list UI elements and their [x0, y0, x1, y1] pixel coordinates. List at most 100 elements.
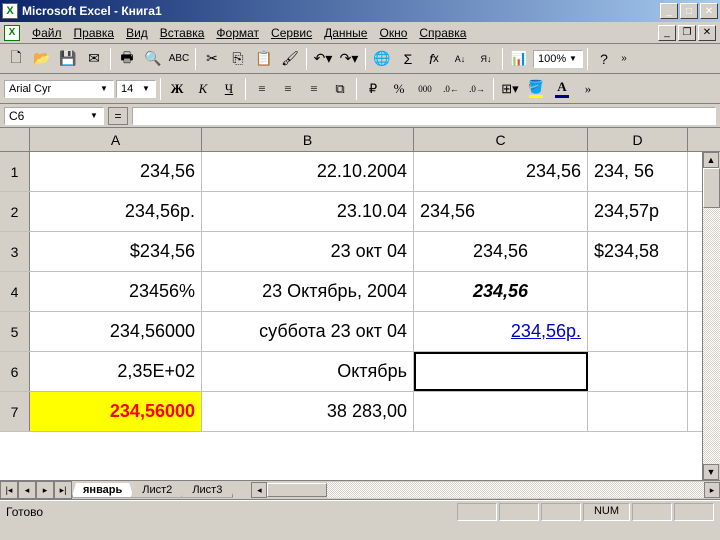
row-header[interactable]: 7 [0, 392, 30, 431]
cell-a2[interactable]: 234,56р. [30, 192, 202, 231]
cell-b2[interactable]: 23.10.04 [202, 192, 414, 231]
mdi-close-button[interactable]: ✕ [698, 25, 716, 41]
row-header[interactable]: 3 [0, 232, 30, 271]
row-header[interactable]: 2 [0, 192, 30, 231]
formula-input[interactable] [132, 107, 716, 125]
formula-equals-button[interactable]: = [108, 107, 128, 125]
paste-button[interactable]: 📋 [252, 47, 276, 71]
hscroll-track[interactable] [327, 482, 704, 498]
horizontal-scrollbar[interactable]: ◂ ▸ [251, 482, 720, 498]
row-header[interactable]: 6 [0, 352, 30, 391]
decrease-decimal-button[interactable]: .0→ [465, 77, 489, 101]
sheet-tab-2[interactable]: Лист2 [131, 483, 183, 498]
cell-a4[interactable]: 23456% [30, 272, 202, 311]
percent-button[interactable]: % [387, 77, 411, 101]
toolbar-more-button[interactable]: » [618, 47, 630, 71]
tab-first-button[interactable]: |◂ [0, 481, 18, 499]
cell-c2[interactable]: 234,56 [414, 192, 588, 231]
cell-c1[interactable]: 234,56 [414, 152, 588, 191]
minimize-button[interactable]: _ [660, 3, 678, 19]
cell-a6[interactable]: 2,35E+02 [30, 352, 202, 391]
menu-view[interactable]: Вид [120, 24, 154, 42]
save-button[interactable]: 💾 [56, 47, 80, 71]
menu-insert[interactable]: Вставка [154, 24, 211, 42]
menu-help[interactable]: Справка [413, 24, 472, 42]
menu-tools[interactable]: Сервис [265, 24, 318, 42]
font-size-combo[interactable]: 14▼ [116, 80, 156, 98]
font-combo[interactable]: Arial Cyr▼ [4, 80, 114, 98]
increase-decimal-button[interactable]: .0← [439, 77, 463, 101]
new-button[interactable]: 🗋 [4, 47, 28, 71]
align-center-button[interactable]: ≡ [276, 77, 300, 101]
align-right-button[interactable]: ≡ [302, 77, 326, 101]
column-header-a[interactable]: A [30, 128, 202, 151]
column-header-d[interactable]: D [588, 128, 688, 151]
menu-format[interactable]: Формат [210, 24, 265, 42]
sort-desc-button[interactable]: Я↓ [474, 47, 498, 71]
comma-button[interactable]: 000 [413, 77, 437, 101]
menu-file[interactable]: Файл [26, 24, 68, 42]
preview-button[interactable]: 🔍 [141, 47, 165, 71]
cell-b5[interactable]: суббота 23 окт 04 [202, 312, 414, 351]
help-button[interactable]: ? [592, 47, 616, 71]
row-header[interactable]: 4 [0, 272, 30, 311]
scroll-track[interactable] [703, 208, 720, 464]
borders-button[interactable]: ⊞▾ [498, 77, 522, 101]
scroll-down-button[interactable]: ▼ [703, 464, 719, 480]
row-header[interactable]: 1 [0, 152, 30, 191]
vertical-scrollbar[interactable]: ▲ ▼ [702, 152, 720, 480]
cell-b4[interactable]: 23 Октябрь, 2004 [202, 272, 414, 311]
fill-color-button[interactable]: 🪣 [524, 77, 548, 101]
cell-d7[interactable] [588, 392, 688, 431]
tab-prev-button[interactable]: ◂ [18, 481, 36, 499]
zoom-combo[interactable]: 100%▼ [533, 50, 583, 68]
undo-button[interactable]: ↶▾ [311, 47, 335, 71]
autosum-button[interactable]: Σ [396, 47, 420, 71]
format-painter-button[interactable]: 🖌 [278, 47, 302, 71]
close-button[interactable]: ✕ [700, 3, 718, 19]
cell-d6[interactable] [588, 352, 688, 391]
cell-d5[interactable] [588, 312, 688, 351]
tab-last-button[interactable]: ▸| [54, 481, 72, 499]
menu-edit[interactable]: Правка [68, 24, 121, 42]
merge-center-button[interactable]: ⧉ [328, 77, 352, 101]
cell-a5[interactable]: 234,56000 [30, 312, 202, 351]
tab-next-button[interactable]: ▸ [36, 481, 54, 499]
redo-button[interactable]: ↷▾ [337, 47, 361, 71]
cell-d3[interactable]: $234,58 [588, 232, 688, 271]
select-all-button[interactable] [0, 128, 30, 151]
sheet-tab-3[interactable]: Лист3 [181, 483, 233, 498]
italic-button[interactable]: К [191, 77, 215, 101]
menu-data[interactable]: Данные [318, 24, 373, 42]
scroll-left-button[interactable]: ◂ [251, 482, 267, 498]
cell-b1[interactable]: 22.10.2004 [202, 152, 414, 191]
sheet-tab-1[interactable]: январь [72, 483, 133, 498]
menu-window[interactable]: Окно [373, 24, 413, 42]
cell-d2[interactable]: 234,57р [588, 192, 688, 231]
underline-button[interactable]: Ч [217, 77, 241, 101]
row-header[interactable]: 5 [0, 312, 30, 351]
cell-d4[interactable] [588, 272, 688, 311]
scroll-thumb[interactable] [703, 168, 720, 208]
align-left-button[interactable]: ≡ [250, 77, 274, 101]
cell-c7[interactable] [414, 392, 588, 431]
cell-c5[interactable]: 234,56р. [414, 312, 588, 351]
currency-button[interactable]: ₽ [361, 77, 385, 101]
cell-b3[interactable]: 23 окт 04 [202, 232, 414, 271]
bold-button[interactable]: Ж [165, 77, 189, 101]
name-box[interactable]: C6▼ [4, 107, 104, 125]
sort-asc-button[interactable]: А↓ [448, 47, 472, 71]
chart-button[interactable]: 📊 [507, 47, 531, 71]
formatbar-more-button[interactable]: » [576, 77, 600, 101]
mdi-restore-button[interactable]: ❐ [678, 25, 696, 41]
cell-b6[interactable]: Октябрь [202, 352, 414, 391]
cell-c3[interactable]: 234,56 [414, 232, 588, 271]
workbook-icon[interactable]: X [4, 25, 20, 41]
copy-button[interactable]: ⎘ [226, 47, 250, 71]
cell-a3[interactable]: $234,56 [30, 232, 202, 271]
cell-a1[interactable]: 234,56 [30, 152, 202, 191]
cell-d1[interactable]: 234, 56 [588, 152, 688, 191]
cell-c6-active[interactable] [414, 352, 588, 391]
function-button[interactable]: fx [422, 47, 446, 71]
spellcheck-button[interactable]: ABC [167, 47, 191, 71]
